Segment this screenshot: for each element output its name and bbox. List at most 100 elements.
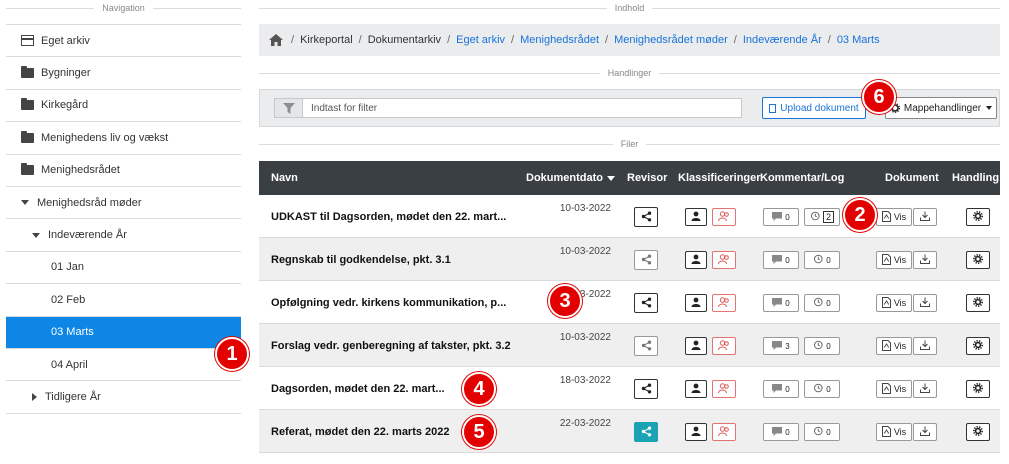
nav-item-menighedsrad-moder[interactable]: Menighedsråd møder (6, 186, 241, 220)
log-button[interactable]: 2 (804, 208, 840, 226)
classification-user-button[interactable] (685, 380, 707, 398)
comments-button[interactable]: 0 (763, 251, 799, 269)
table-row[interactable]: Regnskab til godkendelse, pkt. 3.1 10-03-… (259, 238, 1000, 281)
filter-input[interactable] (303, 102, 733, 114)
nav-item-menighedens-liv[interactable]: Menighedens liv og vækst (6, 122, 241, 155)
breadcrumb-dokumentarkiv[interactable]: Dokumentarkiv (368, 34, 441, 46)
home-icon[interactable] (269, 34, 283, 46)
nav-item-bygninger[interactable]: Bygninger (6, 57, 241, 90)
view-document-button[interactable]: Vis (876, 294, 912, 312)
table-row[interactable]: Opfølgning vedr. kirkens kommunikation, … (259, 281, 1000, 324)
document-name[interactable]: Forslag vedr. genberegning af takster, p… (271, 324, 511, 367)
nav-item-tidligere-ar[interactable]: Tidligere År (6, 381, 241, 414)
gear-icon (973, 340, 983, 352)
breadcrumb-indevaerende-ar[interactable]: Indeværende År (743, 34, 822, 46)
breadcrumb-eget-arkiv[interactable]: Eget arkiv (456, 34, 505, 46)
classification-user-button[interactable] (685, 208, 707, 226)
classification-users-button[interactable] (712, 423, 736, 441)
revisor-share-button[interactable] (634, 379, 658, 399)
row-action-settings-button[interactable] (966, 337, 990, 355)
nav-item-kirkegard[interactable]: Kirkegård (6, 89, 241, 123)
log-button[interactable]: 0 (804, 294, 840, 312)
table-row[interactable]: UDKAST til Dagsorden, mødet den 22. mart… (259, 195, 1000, 238)
download-document-button[interactable] (913, 337, 937, 355)
users-icon (718, 254, 730, 266)
download-document-button[interactable] (913, 208, 937, 226)
table-row[interactable]: Dagsorden, mødet den 22. mart... 18-03-20… (259, 367, 1000, 410)
row-action-settings-button[interactable] (966, 251, 990, 269)
breadcrumb-03-marts[interactable]: 03 Marts (837, 34, 880, 46)
download-document-button[interactable] (913, 251, 937, 269)
upload-document-button[interactable]: Upload dokument (762, 97, 866, 119)
classification-user-button[interactable] (685, 251, 707, 269)
header-name[interactable]: Navn (271, 161, 298, 195)
revisor-share-button[interactable] (634, 336, 658, 356)
document-name[interactable]: Dagsorden, mødet den 22. mart... (271, 367, 445, 410)
caret-down-icon[interactable] (32, 232, 40, 238)
nav-item-02-feb[interactable]: 02 Feb (6, 284, 241, 317)
row-action-settings-button[interactable] (966, 208, 990, 226)
download-document-button[interactable] (913, 423, 937, 441)
breadcrumb-menighedsradet-moder[interactable]: Menighedsrådet møder (614, 34, 728, 46)
nav-item-eget-arkiv[interactable]: Eget arkiv (6, 25, 241, 58)
caret-right-icon[interactable] (32, 392, 37, 401)
log-button[interactable]: 0 (804, 380, 840, 398)
document-name[interactable]: Regnskab til godkendelse, pkt. 3.1 (271, 238, 451, 281)
classification-user-button[interactable] (685, 294, 707, 312)
users-icon (718, 211, 730, 223)
row-action-settings-button[interactable] (966, 294, 990, 312)
classification-users-button[interactable] (712, 380, 736, 398)
download-document-button[interactable] (913, 380, 937, 398)
classification-users-button[interactable] (712, 294, 736, 312)
history-icon (813, 340, 823, 352)
classification-users-button[interactable] (712, 337, 736, 355)
nav-item-03-marts[interactable]: 03 Marts (6, 316, 241, 349)
revisor-share-button[interactable] (634, 293, 658, 313)
breadcrumb-menighedsradet[interactable]: Menighedsrådet (520, 34, 599, 46)
comments-button[interactable]: 0 (763, 423, 799, 441)
nav-item-04-april[interactable]: 04 April (6, 348, 241, 382)
log-button[interactable]: 0 (804, 251, 840, 269)
folder-actions-button[interactable]: Mappehandlinger (885, 97, 997, 119)
view-document-button[interactable]: Vis (876, 380, 912, 398)
view-document-button[interactable]: Vis (876, 208, 912, 226)
classification-user-button[interactable] (685, 337, 707, 355)
classification-users-button[interactable] (712, 208, 736, 226)
filter-icon[interactable] (275, 99, 303, 117)
document-name[interactable]: Opfølgning vedr. kirkens kommunikation, … (271, 281, 506, 324)
revisor-share-button[interactable] (634, 422, 658, 442)
document-name[interactable]: Referat, mødet den 22. marts 2022 (271, 410, 450, 453)
filter-group (274, 98, 742, 118)
table-row[interactable]: Forslag vedr. genberegning af takster, p… (259, 324, 1000, 367)
view-document-button[interactable]: Vis (876, 251, 912, 269)
nav-item-01-jan[interactable]: 01 Jan (6, 251, 241, 285)
history-icon (813, 297, 823, 309)
breadcrumb-kirkeportal[interactable]: Kirkeportal (300, 34, 353, 46)
table-row[interactable]: Referat, mødet den 22. marts 2022 22-03-2… (259, 410, 1000, 453)
document-name[interactable]: UDKAST til Dagsorden, mødet den 22. mart… (271, 195, 506, 238)
nav-item-menighedsradet[interactable]: Menighedsrådet (6, 154, 241, 187)
comments-button[interactable]: 0 (763, 208, 799, 226)
comments-button[interactable]: 0 (763, 294, 799, 312)
revisor-share-button[interactable] (634, 250, 658, 270)
row-action-settings-button[interactable] (966, 423, 990, 441)
classification-user-button[interactable] (685, 423, 707, 441)
view-document-button[interactable]: Vis (876, 337, 912, 355)
header-action: Handling (952, 172, 1000, 184)
header-date[interactable]: Dokumentdato (526, 161, 615, 195)
row-action-settings-button[interactable] (966, 380, 990, 398)
share-icon (641, 297, 652, 310)
log-button[interactable]: 0 (804, 423, 840, 441)
download-document-button[interactable] (913, 294, 937, 312)
folder-icon (21, 66, 34, 79)
revisor-share-button[interactable] (634, 207, 658, 227)
classification-users-button[interactable] (712, 251, 736, 269)
folder-actions-label: Mappehandlinger (903, 102, 982, 114)
log-button[interactable]: 0 (804, 337, 840, 355)
nav-item-indevaerende-ar[interactable]: Indeværende År (6, 219, 241, 252)
comment-count: 0 (785, 384, 790, 394)
comments-button[interactable]: 0 (763, 380, 799, 398)
comments-button[interactable]: 3 (763, 337, 799, 355)
caret-down-icon[interactable] (21, 200, 29, 206)
view-document-button[interactable]: Vis (876, 423, 912, 441)
